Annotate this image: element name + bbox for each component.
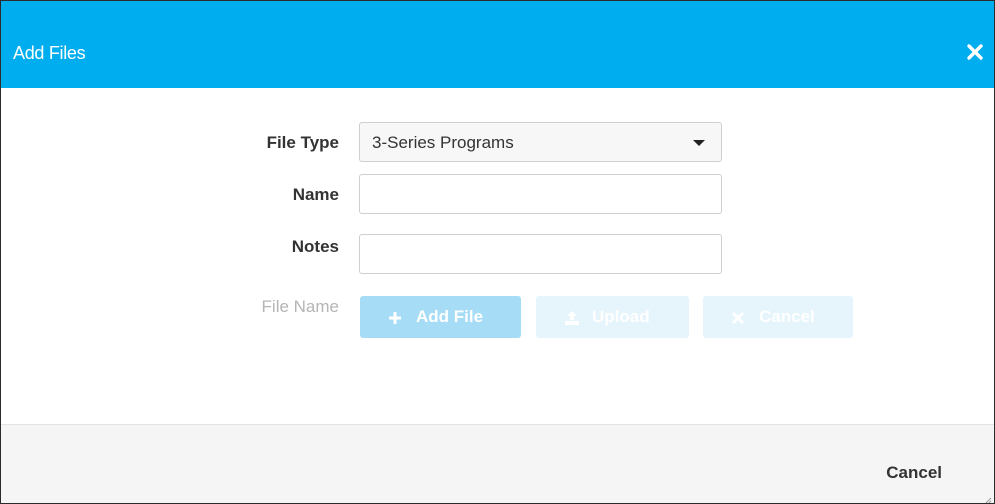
- resize-grip-icon[interactable]: [982, 492, 992, 503]
- upload-button[interactable]: Upload: [536, 296, 689, 338]
- add-file-button[interactable]: Add File: [360, 296, 521, 338]
- upload-label: Upload: [592, 307, 650, 326]
- add-files-dialog: Add Files File Type 3-Series Programs Na…: [0, 0, 995, 504]
- dialog-footer: Cancel: [1, 424, 994, 503]
- add-file-label: Add File: [416, 307, 484, 326]
- file-type-value: 3-Series Programs: [372, 133, 514, 152]
- notes-input[interactable]: [359, 234, 722, 274]
- upload-icon: [564, 310, 579, 325]
- notes-label: Notes: [291, 237, 339, 256]
- file-type-label: File Type: [266, 133, 339, 152]
- file-type-select[interactable]: 3-Series Programs: [359, 122, 722, 162]
- dialog-title: Add Files: [13, 43, 86, 63]
- cancel-upload-label: Cancel: [759, 307, 815, 326]
- chevron-down-icon: [693, 140, 705, 146]
- file-name-label: File Name: [261, 297, 339, 316]
- close-icon[interactable]: [966, 43, 984, 61]
- x-icon: [731, 310, 745, 325]
- name-input[interactable]: [359, 174, 722, 214]
- cancel-upload-button[interactable]: Cancel: [703, 296, 853, 338]
- dialog-header: Add Files: [1, 1, 994, 88]
- plus-icon: [388, 310, 402, 324]
- footer-cancel-button[interactable]: Cancel: [886, 463, 942, 483]
- name-label: Name: [292, 185, 339, 204]
